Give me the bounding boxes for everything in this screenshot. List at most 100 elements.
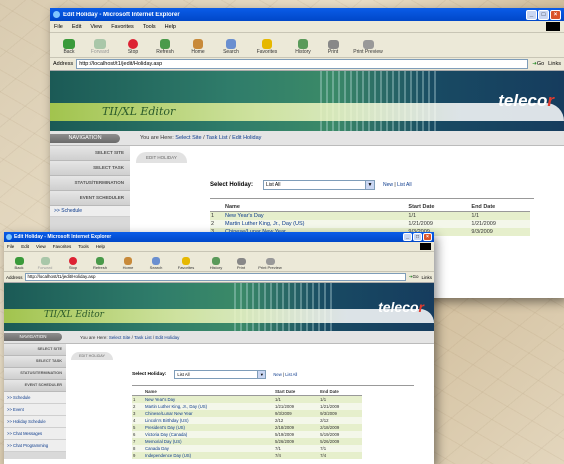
breadcrumb-select-site[interactable]: Select Site bbox=[109, 335, 131, 340]
chevron-down-icon: ▼ bbox=[365, 181, 375, 189]
holiday-select[interactable]: List All ▼ bbox=[263, 180, 376, 190]
column-header-index bbox=[132, 388, 144, 396]
banner-graphic bbox=[320, 71, 440, 131]
address-bar: Address http://localhost/t1/jedit/Holida… bbox=[4, 272, 434, 283]
sidebar-link-event[interactable]: >> Event bbox=[4, 404, 66, 416]
menu-edit[interactable]: Edit bbox=[72, 24, 81, 30]
stop-button[interactable]: Stop bbox=[60, 257, 86, 270]
menu-file[interactable]: File bbox=[54, 24, 63, 30]
holiday-select[interactable]: List All ▼ bbox=[174, 370, 267, 379]
go-button[interactable]: ➜Go bbox=[409, 274, 419, 280]
breadcrumb-task-list[interactable]: Task List bbox=[206, 135, 227, 141]
close-icon[interactable]: × bbox=[550, 9, 561, 20]
history-button[interactable]: History bbox=[286, 39, 320, 55]
menu-help[interactable]: Help bbox=[165, 24, 176, 30]
sidebar-item-status-termination[interactable]: STATUS/TERMINATION bbox=[50, 176, 130, 191]
breadcrumb-edit-holiday[interactable]: Edit Holiday bbox=[232, 135, 261, 141]
table-row[interactable]: 7 Memorial Day (US) 5/26/2009 5/26/2009 bbox=[132, 438, 362, 445]
search-button[interactable]: Search bbox=[142, 257, 170, 270]
table-row[interactable]: 8 Canada Day 7/1 7/1 bbox=[132, 445, 362, 452]
back-button[interactable]: Back bbox=[8, 257, 30, 270]
select-holiday-label: Select Holiday: bbox=[210, 182, 254, 188]
print-button[interactable]: Print bbox=[230, 258, 252, 270]
sidebar-item-select-task[interactable]: SELECT TASK bbox=[50, 161, 130, 176]
sidebar-link-holiday-schedule[interactable]: >> Holiday Schedule bbox=[4, 416, 66, 428]
table-row[interactable]: 6 Victoria Day (Canada) 5/19/2009 5/19/2009 bbox=[132, 431, 362, 438]
home-button[interactable]: Home bbox=[114, 257, 142, 270]
refresh-button[interactable]: Refresh bbox=[86, 257, 114, 270]
forward-button[interactable]: Forward bbox=[82, 39, 118, 55]
sidebar-item-select-task[interactable]: SELECT TASK bbox=[4, 356, 66, 368]
table-row[interactable]: 4 Lincoln's Birthday (US) 2/12 2/12 bbox=[132, 417, 362, 424]
home-button[interactable]: Home bbox=[182, 39, 214, 55]
favorites-icon bbox=[182, 257, 190, 265]
search-button[interactable]: Search bbox=[214, 39, 248, 55]
menu-tools[interactable]: Tools bbox=[78, 244, 89, 249]
sidebar-link-chat-messages[interactable]: >> Chat Messages bbox=[4, 428, 66, 440]
back-button[interactable]: Back bbox=[56, 39, 82, 55]
links-label[interactable]: Links bbox=[421, 275, 432, 280]
table-row[interactable]: 1 New Year's Day 1/1 1/1 bbox=[210, 211, 530, 220]
maximize-icon[interactable]: □ bbox=[413, 233, 422, 241]
printer-icon bbox=[327, 40, 339, 49]
breadcrumb-edit-holiday[interactable]: Edit Holiday bbox=[155, 335, 179, 340]
table-row[interactable]: 2 Martin Luther King, Jr., Day (US) 1/21/2… bbox=[210, 220, 530, 228]
address-field[interactable]: http://localhost/t1/jedit/Holiday.asp bbox=[24, 273, 406, 281]
minimize-icon[interactable]: _ bbox=[526, 9, 537, 20]
list-all-link[interactable]: List All bbox=[397, 182, 411, 188]
stop-icon bbox=[69, 257, 77, 265]
sidebar-link-schedule[interactable]: >> Schedule bbox=[50, 206, 130, 217]
forward-button[interactable]: Forward bbox=[30, 257, 60, 270]
table-row[interactable]: 1 New Year's Day 1/1 1/1 bbox=[132, 395, 362, 403]
sidebar-item-select-site[interactable]: SELECT SITE bbox=[4, 344, 66, 356]
print-preview-button[interactable]: Print Preview bbox=[252, 258, 288, 270]
navigation-button[interactable]: NAVIGATION bbox=[4, 333, 62, 341]
menu-file[interactable]: File bbox=[7, 244, 14, 249]
menu-edit[interactable]: Edit bbox=[21, 244, 29, 249]
maximize-icon[interactable]: □ bbox=[538, 9, 549, 20]
home-icon bbox=[124, 257, 132, 265]
address-field[interactable]: http://localhost/t1/jedit/Holiday.asp bbox=[76, 59, 529, 69]
close-icon[interactable]: × bbox=[423, 233, 432, 241]
list-all-link[interactable]: List All bbox=[285, 372, 297, 377]
favorites-button[interactable]: Favorites bbox=[248, 39, 286, 55]
windows-logo-icon bbox=[420, 243, 431, 250]
menu-favorites[interactable]: Favorites bbox=[53, 244, 72, 249]
toolbar: Back Forward Stop Refresh Home Search Fa… bbox=[50, 33, 564, 58]
new-link[interactable]: New bbox=[383, 182, 393, 188]
minimize-icon[interactable]: _ bbox=[403, 233, 412, 241]
sidebar-link-schedule[interactable]: >> Schedule bbox=[4, 392, 66, 404]
refresh-icon bbox=[96, 257, 104, 265]
table-row[interactable]: 2 Martin Luther King, Jr., Day (US) 1/21/2… bbox=[132, 403, 362, 410]
menu-tools[interactable]: Tools bbox=[143, 24, 156, 30]
stop-button[interactable]: Stop bbox=[118, 39, 148, 55]
links-label[interactable]: Links bbox=[548, 61, 561, 67]
column-header-name: Name bbox=[224, 203, 408, 212]
breadcrumb-task-list[interactable]: Task List bbox=[134, 335, 152, 340]
menu-view[interactable]: View bbox=[90, 24, 102, 30]
menu-favorites[interactable]: Favorites bbox=[111, 24, 134, 30]
window-title: Edit Holiday - Microsoft Internet Explor… bbox=[63, 11, 180, 18]
menu-help[interactable]: Help bbox=[96, 244, 105, 249]
history-icon bbox=[212, 257, 220, 265]
history-button[interactable]: History bbox=[202, 257, 230, 270]
print-button[interactable]: Print bbox=[320, 40, 346, 55]
refresh-button[interactable]: Refresh bbox=[148, 39, 182, 55]
menu-view[interactable]: View bbox=[36, 244, 46, 249]
table-row[interactable]: 5 President's Day (US) 2/18/2009 2/18/2009 bbox=[132, 424, 362, 431]
breadcrumb-select-site[interactable]: Select Site bbox=[175, 135, 201, 141]
sidebar-link-chat-programming[interactable]: >> Chat Programming bbox=[4, 440, 66, 452]
navigation-button[interactable]: NAVIGATION bbox=[50, 133, 120, 143]
sidebar-item-event-scheduler[interactable]: EVENT SCHEDULER bbox=[50, 191, 130, 206]
favorites-button[interactable]: Favorites bbox=[170, 257, 202, 270]
breadcrumb-bar: NAVIGATION You are Here: Select Site / T… bbox=[4, 331, 434, 344]
table-row[interactable]: 3Chinese/Lunar New Year9/3/20099/3/2009 bbox=[132, 410, 362, 417]
favorites-icon bbox=[262, 39, 272, 49]
go-button[interactable]: ➜Go bbox=[532, 61, 544, 67]
print-preview-button[interactable]: Print Preview bbox=[346, 40, 390, 55]
sidebar-item-event-scheduler[interactable]: EVENT SCHEDULER bbox=[4, 380, 66, 392]
sidebar-item-status-termination[interactable]: STATUS/TERMINATION bbox=[4, 368, 66, 380]
table-row[interactable]: 9 Independence Day (US) 7/4 7/4 bbox=[132, 452, 362, 459]
sidebar-item-select-site[interactable]: SELECT SITE bbox=[50, 146, 130, 161]
new-link[interactable]: New bbox=[273, 372, 281, 377]
